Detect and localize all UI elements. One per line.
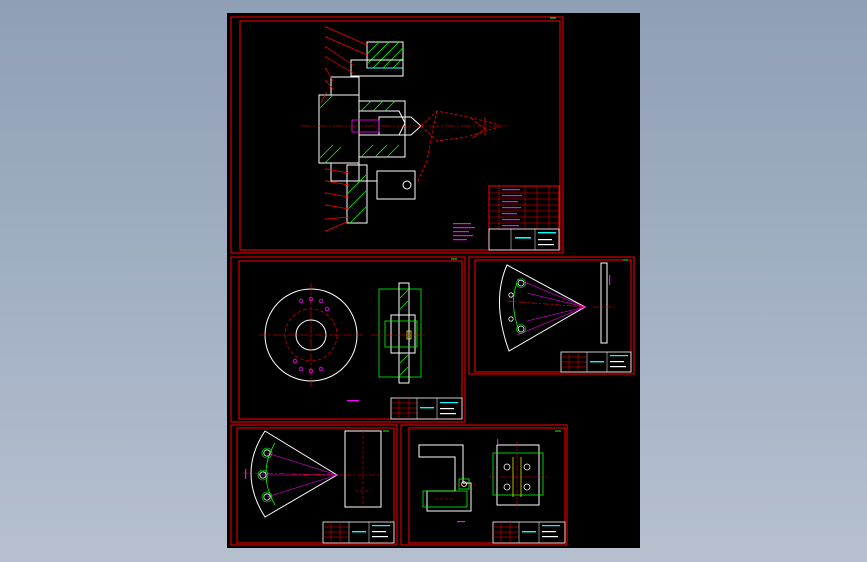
sheet-inner-border (236, 427, 395, 544)
lower-hole (402, 180, 412, 190)
sheet-inner-border (238, 260, 463, 420)
sheet-outer-border (468, 256, 635, 375)
drawing-canvas[interactable] (227, 13, 640, 548)
side-plate (398, 282, 410, 384)
phantom-tool (416, 110, 500, 184)
bracket-drawing[interactable] (400, 424, 568, 546)
sector-part-title-block (322, 521, 395, 544)
assembly-part-view (301, 26, 509, 232)
sector-side-plate (600, 262, 608, 344)
part-dimension (245, 469, 247, 479)
bracket-side-envelope (492, 452, 544, 496)
leader-dots (325, 26, 327, 232)
bracket-dimension (457, 521, 465, 523)
lower-block (376, 170, 416, 200)
sector-inner-arc (513, 282, 520, 332)
base-plate-drawing[interactable] (230, 256, 466, 423)
body-hatch (360, 100, 400, 158)
part-front-view (242, 430, 346, 518)
bracket-side-dimension (497, 439, 499, 445)
sheet-outer-border (230, 424, 398, 546)
sector-part-drawing[interactable] (230, 424, 398, 546)
upper-block-hatch (367, 41, 404, 69)
plate-front-view (259, 283, 363, 387)
sector-outline (499, 264, 587, 352)
sector-plate-drawing[interactable] (468, 256, 635, 375)
plate-side-view (371, 282, 427, 384)
side-hub-envelope (384, 320, 418, 348)
center-body (358, 100, 406, 158)
bracket-side-block (496, 444, 540, 506)
part-leaders (320, 26, 368, 232)
sector-front-view (499, 264, 587, 352)
assembly-title-block (488, 185, 560, 251)
center-bore (359, 110, 406, 136)
sector-plate-title-block (560, 351, 632, 373)
sheet-inner-border (474, 259, 632, 373)
bracket-title-block (492, 521, 566, 544)
cad-drawing-svg (230, 16, 635, 546)
tech-notes (453, 223, 475, 241)
bracket-front-view (418, 444, 475, 523)
plate-title-block (390, 397, 463, 420)
sheet-outer-border (230, 256, 466, 423)
side-dimension (609, 275, 611, 285)
parts-list-frame (488, 185, 560, 251)
bracket-side-view (489, 439, 547, 509)
bracket-outline (418, 444, 472, 512)
scale-note (347, 400, 359, 402)
flange-top-step (330, 76, 360, 96)
hole-rings (516, 278, 526, 334)
part-side-view (344, 430, 382, 508)
flange-hatch (319, 94, 342, 164)
lower-plate (346, 164, 368, 224)
lower-plate-hatch (347, 174, 367, 224)
assembly-drawing[interactable] (230, 16, 564, 254)
sheet-outer-border (400, 424, 568, 546)
sector-side-view (593, 262, 615, 344)
